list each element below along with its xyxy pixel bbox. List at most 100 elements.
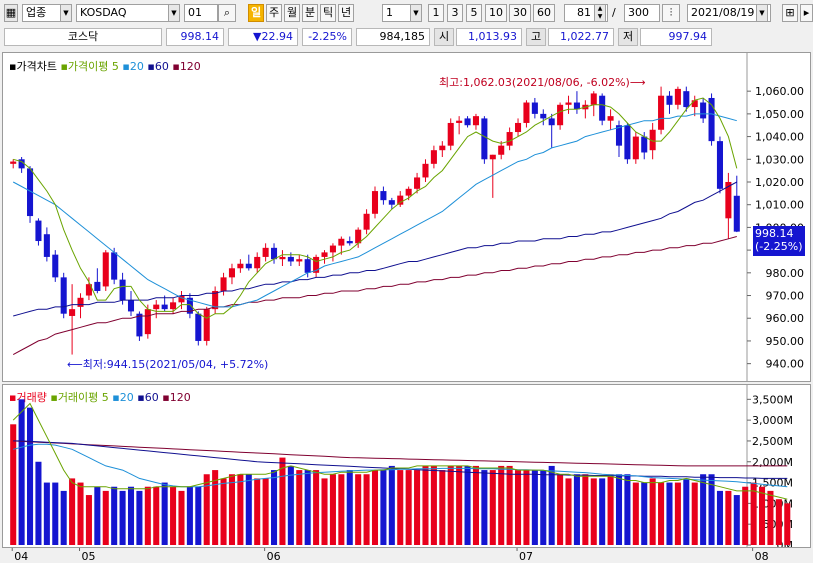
volume-bar <box>363 474 370 545</box>
candle-body <box>540 113 547 119</box>
candle-body <box>658 95 665 130</box>
price-y-tick-label: 1,060.00 <box>755 85 804 98</box>
interval-1-button[interactable]: 1 <box>428 4 444 22</box>
candle-body <box>69 309 76 316</box>
period-minute-button[interactable]: 분 <box>302 4 318 22</box>
interval-10-button[interactable]: 10 <box>485 4 507 22</box>
candle-body <box>296 259 303 262</box>
interval-3-button[interactable]: 3 <box>447 4 463 22</box>
low-price: 997.94 <box>640 28 712 46</box>
volume-bar <box>203 474 210 545</box>
candle-body <box>666 95 673 105</box>
candle-body <box>245 263 252 269</box>
date-value: 2021/08/19 <box>691 6 755 19</box>
index-select[interactable]: KOSDAQ <box>76 4 180 22</box>
code-input[interactable]: 01 <box>184 4 218 22</box>
volume-bar <box>346 470 353 545</box>
candle-body <box>683 91 690 108</box>
candle-body <box>439 145 446 151</box>
price-chart-panel[interactable]: ▪가격차트 ▪가격이평 5 ▪20 ▪60 ▪120 1,060.00 1,050… <box>2 52 811 382</box>
candle-body <box>338 238 345 246</box>
volume-y-tick-label: 2,000M <box>752 456 793 469</box>
candle-body <box>228 268 235 278</box>
high-annotation: 최고:1,062.03(2021/08/06, -6.02%)⟶ <box>439 76 646 89</box>
volume-bar <box>178 490 185 545</box>
interval-5-button[interactable]: 5 <box>466 4 482 22</box>
volume-bar <box>767 490 774 545</box>
volume-bar <box>119 490 126 545</box>
volume-bar <box>237 474 244 545</box>
volume-bar <box>161 482 168 545</box>
spinner-icon[interactable]: ▲ ▼ <box>594 4 606 22</box>
chevron-down-icon[interactable]: ▼ <box>756 4 768 22</box>
period-tick-button[interactable]: 틱 <box>320 4 336 22</box>
volume-bar <box>784 503 791 545</box>
volume-bar <box>481 470 488 545</box>
volume-ma120-line <box>13 440 788 467</box>
volume-bar <box>371 470 379 545</box>
candle-body <box>489 154 496 160</box>
candle-body <box>380 191 387 201</box>
chevron-down-icon[interactable]: ▼ <box>60 4 72 22</box>
price-y-tick-label: 1,010.00 <box>755 199 804 212</box>
volume-bar <box>321 478 328 545</box>
volume-bar <box>287 465 294 545</box>
last-price-value: 998.14 <box>755 227 794 240</box>
candle-body <box>557 104 564 126</box>
x-tick-label: 07 <box>519 550 533 563</box>
volume-bar <box>582 474 589 545</box>
period-day-button[interactable]: 일 <box>248 4 264 22</box>
volume-bar <box>658 482 665 545</box>
candle-body <box>220 277 227 291</box>
volume-bar <box>220 478 227 545</box>
volume-bar <box>456 465 463 545</box>
low-annotation: ⟵최저:944.15(2021/05/04, +5.72%) <box>67 358 269 371</box>
volume-bar <box>397 470 404 545</box>
volume-bar <box>725 490 732 545</box>
period-week-button[interactable]: 주 <box>266 4 282 22</box>
price-chart: 1,060.00 1,050.00 1,040.00 1,030.00 1,020.00… <box>10 53 805 381</box>
price-y-tick-label: 960.00 <box>766 312 805 325</box>
search-icon[interactable]: ⌕ <box>218 4 236 22</box>
volume-chart-panel[interactable]: ▪거래량 ▪거래이평 5 ▪20 ▪60 ▪120 3,500M 3,000M 2,… <box>2 384 811 548</box>
code-value: 01 <box>188 6 202 19</box>
grid-icon[interactable]: ▦ <box>4 4 18 22</box>
price-y-tick-label: 950.00 <box>766 335 805 348</box>
bars-icon[interactable]: ⫶ <box>662 4 680 22</box>
volume-bar <box>742 486 749 545</box>
candle-body <box>456 120 463 123</box>
chevron-down-icon[interactable]: ▼ <box>168 4 180 22</box>
volume-bar <box>414 470 421 545</box>
volume-bar <box>18 399 25 545</box>
candle-body <box>161 304 168 310</box>
count-value: 81 <box>577 6 591 19</box>
candle-body <box>60 277 67 314</box>
volume-bar <box>599 478 606 545</box>
index-name-cell: 코스닥 <box>4 28 162 46</box>
volume-bar <box>430 465 437 545</box>
candle-body <box>414 177 421 189</box>
interval-60-button[interactable]: 60 <box>533 4 555 22</box>
candle-body <box>506 132 513 146</box>
volume-bar <box>691 482 698 545</box>
interval-30-button[interactable]: 30 <box>509 4 531 22</box>
chevron-down-icon[interactable]: ▼ <box>410 4 422 22</box>
chart-settings-icon[interactable]: ⊞ <box>782 4 798 22</box>
volume-bar <box>60 490 67 545</box>
period-month-button[interactable]: 월 <box>284 4 300 22</box>
candle-body <box>700 102 707 119</box>
slash-separator: / <box>612 6 616 19</box>
total-value: 300 <box>628 6 649 19</box>
volume-y-tick-label: 3,000M <box>752 414 793 427</box>
candle-body <box>716 141 723 189</box>
candle-body <box>464 118 471 126</box>
candle-body <box>35 220 42 242</box>
next-icon[interactable]: ▸ <box>800 4 813 22</box>
period-year-button[interactable]: 년 <box>338 4 354 22</box>
volume-bar <box>624 474 631 545</box>
volume-bar <box>254 478 261 545</box>
total-input[interactable]: 300 <box>624 4 660 22</box>
candle-body <box>279 256 286 260</box>
price-y-tick-label: 970.00 <box>766 290 805 303</box>
candle-body <box>254 256 261 269</box>
